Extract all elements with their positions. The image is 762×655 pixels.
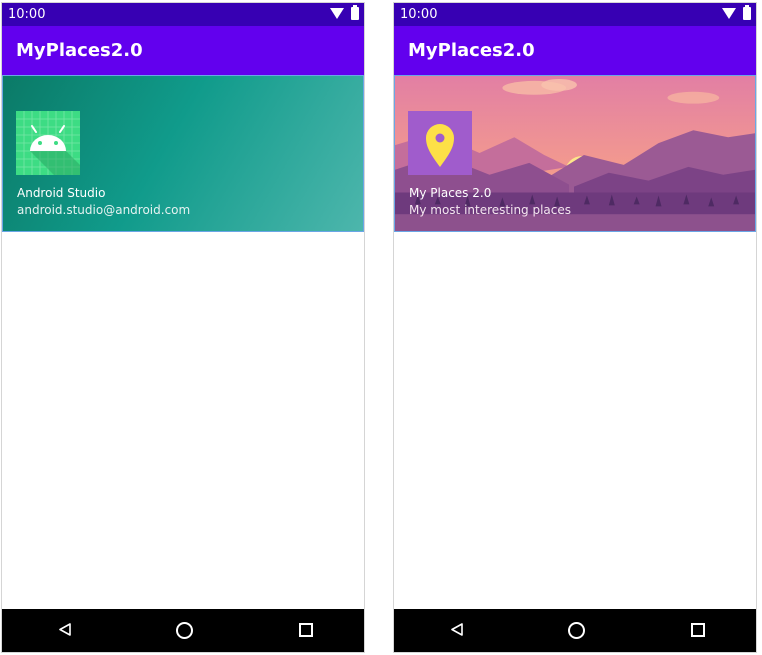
home-icon[interactable] — [176, 622, 193, 639]
phone-screen-right: 10:00 MyPlaces2.0 My Places 2.0 My most … — [393, 2, 757, 653]
app-bar: MyPlaces2.0 — [2, 26, 364, 75]
system-navigation-bar — [2, 609, 364, 652]
header-subtitle: My most interesting places — [409, 203, 572, 217]
recents-icon[interactable] — [299, 623, 313, 637]
status-time: 10:00 — [8, 7, 46, 22]
status-icons — [329, 5, 359, 21]
app-title: MyPlaces2.0 — [16, 40, 143, 61]
wifi-icon — [722, 8, 736, 19]
nav-drawer-header[interactable]: Android Studio android.studio@android.co… — [2, 75, 364, 232]
status-bar: 10:00 — [2, 3, 364, 26]
phone-screen-left: 10:00 MyPlaces2.0 Android Studio android… — [1, 2, 365, 653]
header-user-email: android.studio@android.com — [17, 203, 191, 217]
status-time: 10:00 — [400, 7, 438, 22]
header-user-name: Android Studio — [17, 186, 106, 200]
back-icon[interactable] — [58, 623, 71, 636]
system-navigation-bar — [394, 609, 756, 652]
nav-drawer-header[interactable]: My Places 2.0 My most interesting places — [394, 75, 756, 232]
battery-icon — [743, 5, 751, 20]
home-icon[interactable] — [568, 622, 585, 639]
status-bar: 10:00 — [394, 3, 756, 26]
back-icon[interactable] — [450, 623, 463, 636]
wifi-icon — [330, 8, 344, 19]
map-pin-icon — [408, 111, 472, 175]
android-robot-icon — [16, 111, 80, 175]
status-icons — [721, 5, 751, 21]
app-bar: MyPlaces2.0 — [394, 26, 756, 75]
app-title: MyPlaces2.0 — [408, 40, 535, 61]
recents-icon[interactable] — [691, 623, 705, 637]
battery-icon — [351, 5, 359, 20]
header-app-name: My Places 2.0 — [409, 186, 492, 200]
